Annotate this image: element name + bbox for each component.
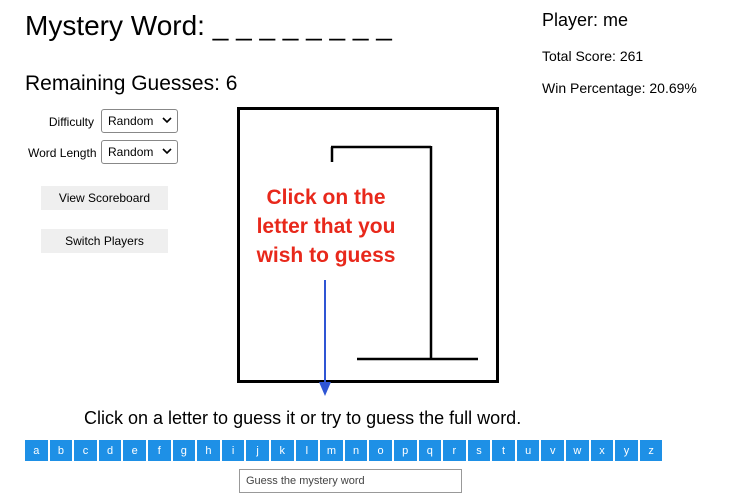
guess-hint-line-3: wish to guess <box>256 244 396 267</box>
guess-hint-line-1: Click on the <box>266 186 386 209</box>
word-length-select[interactable]: Random <box>101 140 178 164</box>
difficulty-select[interactable]: Random <box>101 109 178 133</box>
letter-key-o[interactable]: o <box>369 440 392 461</box>
letter-key-a[interactable]: a <box>25 440 48 461</box>
letter-key-l[interactable]: l <box>295 440 319 461</box>
remaining-guesses-count: 6 <box>225 72 238 95</box>
chevron-down-icon <box>162 148 172 155</box>
guess-hint-line-2: letter that you <box>256 215 396 238</box>
letter-key-n[interactable]: n <box>344 440 368 461</box>
letter-key-h[interactable]: h <box>197 440 220 461</box>
view-scoreboard-button[interactable]: View Scoreboard <box>41 186 168 210</box>
mystery-word-label: Mystery Word: <box>25 10 205 41</box>
switch-players-button[interactable]: Switch Players <box>41 229 168 253</box>
difficulty-label: Difficulty <box>48 115 94 129</box>
letter-key-u[interactable]: u <box>516 440 540 461</box>
guess-hint: Click on the letter that you wish to gue… <box>240 183 412 270</box>
letter-key-c[interactable]: c <box>74 440 97 461</box>
difficulty-select-value: Random <box>108 114 154 128</box>
instruction-text: Click on a letter to guess it or try to … <box>84 408 522 428</box>
word-length-select-value: Random <box>108 145 154 159</box>
player-name: Player: me <box>542 10 629 30</box>
word-length-label: Word Length <box>28 146 97 160</box>
chevron-down-icon <box>162 117 172 124</box>
total-score: Total Score: 261 <box>542 48 644 64</box>
letter-key-p[interactable]: p <box>393 440 417 461</box>
letter-key-k[interactable]: k <box>270 440 294 461</box>
letter-key-v[interactable]: v <box>541 440 565 461</box>
letter-key-r[interactable]: r <box>443 440 466 461</box>
letter-key-t[interactable]: t <box>492 440 515 461</box>
letter-keyboard: abcdefghijklmnopqrstuvwxyz <box>25 440 663 461</box>
remaining-guesses: Remaining Guesses: 6 <box>25 72 237 96</box>
mystery-word-display: Mystery Word: _ _ _ _ _ _ _ _ <box>25 10 392 42</box>
letter-key-s[interactable]: s <box>467 440 491 461</box>
letter-key-m[interactable]: m <box>320 440 343 461</box>
letter-key-e[interactable]: e <box>123 440 146 461</box>
letter-key-j[interactable]: j <box>246 440 269 461</box>
letter-key-w[interactable]: w <box>566 440 589 461</box>
letter-key-b[interactable]: b <box>49 440 73 461</box>
letter-key-x[interactable]: x <box>590 440 614 461</box>
mystery-word-blanks: _ _ _ _ _ _ _ _ <box>212 10 392 41</box>
win-percentage: Win Percentage: 20.69% <box>542 80 697 96</box>
letter-key-q[interactable]: q <box>418 440 442 461</box>
letter-key-f[interactable]: f <box>147 440 171 461</box>
letter-key-z[interactable]: z <box>639 440 663 461</box>
guess-word-input[interactable] <box>239 469 462 493</box>
letter-key-g[interactable]: g <box>172 440 196 461</box>
arrow-down-icon <box>319 280 331 396</box>
remaining-guesses-label: Remaining Guesses: <box>25 72 220 95</box>
letter-key-d[interactable]: d <box>98 440 122 461</box>
letter-key-y[interactable]: y <box>615 440 638 461</box>
letter-key-i[interactable]: i <box>221 440 245 461</box>
